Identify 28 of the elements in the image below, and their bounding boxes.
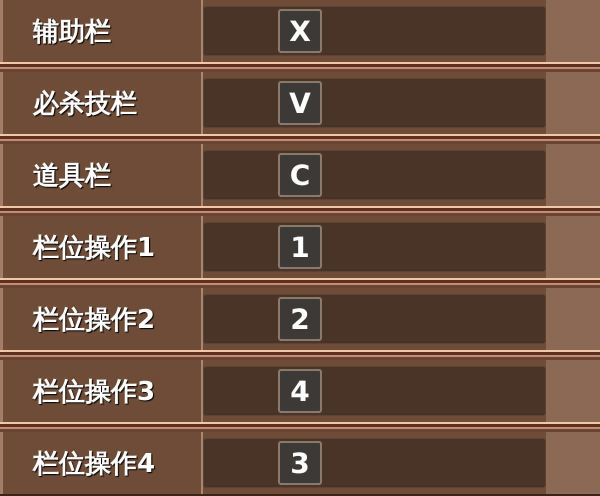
panel-edge [546,216,600,278]
panel-edge [546,360,600,422]
binding-label: 辅助栏 [33,16,111,48]
panel-edge [546,288,600,350]
key-field[interactable]: C [203,150,546,200]
key-field[interactable]: 3 [203,438,546,488]
panel-edge [546,0,600,62]
key-button[interactable]: 1 [278,225,322,269]
binding-label: 必杀技栏 [33,88,137,120]
key-button[interactable]: V [278,81,322,125]
binding-label: 道具栏 [33,160,111,192]
key-button[interactable]: C [278,153,322,197]
binding-label: 栏位操作3 [33,376,156,408]
key-field[interactable]: 1 [203,222,546,272]
key-button[interactable]: 4 [278,369,322,413]
key-button[interactable]: X [278,9,322,53]
key-field[interactable]: X [203,6,546,56]
key-button[interactable]: 2 [278,297,322,341]
binding-label: 栏位操作4 [33,448,156,480]
panel-edge [546,432,600,494]
key-button[interactable]: 3 [278,441,322,485]
key-field[interactable]: 2 [203,294,546,344]
key-field[interactable]: 4 [203,366,546,416]
binding-label: 栏位操作2 [33,304,156,336]
panel-edge [546,72,600,134]
panel-edge [546,144,600,206]
binding-label: 栏位操作1 [33,232,156,264]
key-field[interactable]: V [203,78,546,128]
